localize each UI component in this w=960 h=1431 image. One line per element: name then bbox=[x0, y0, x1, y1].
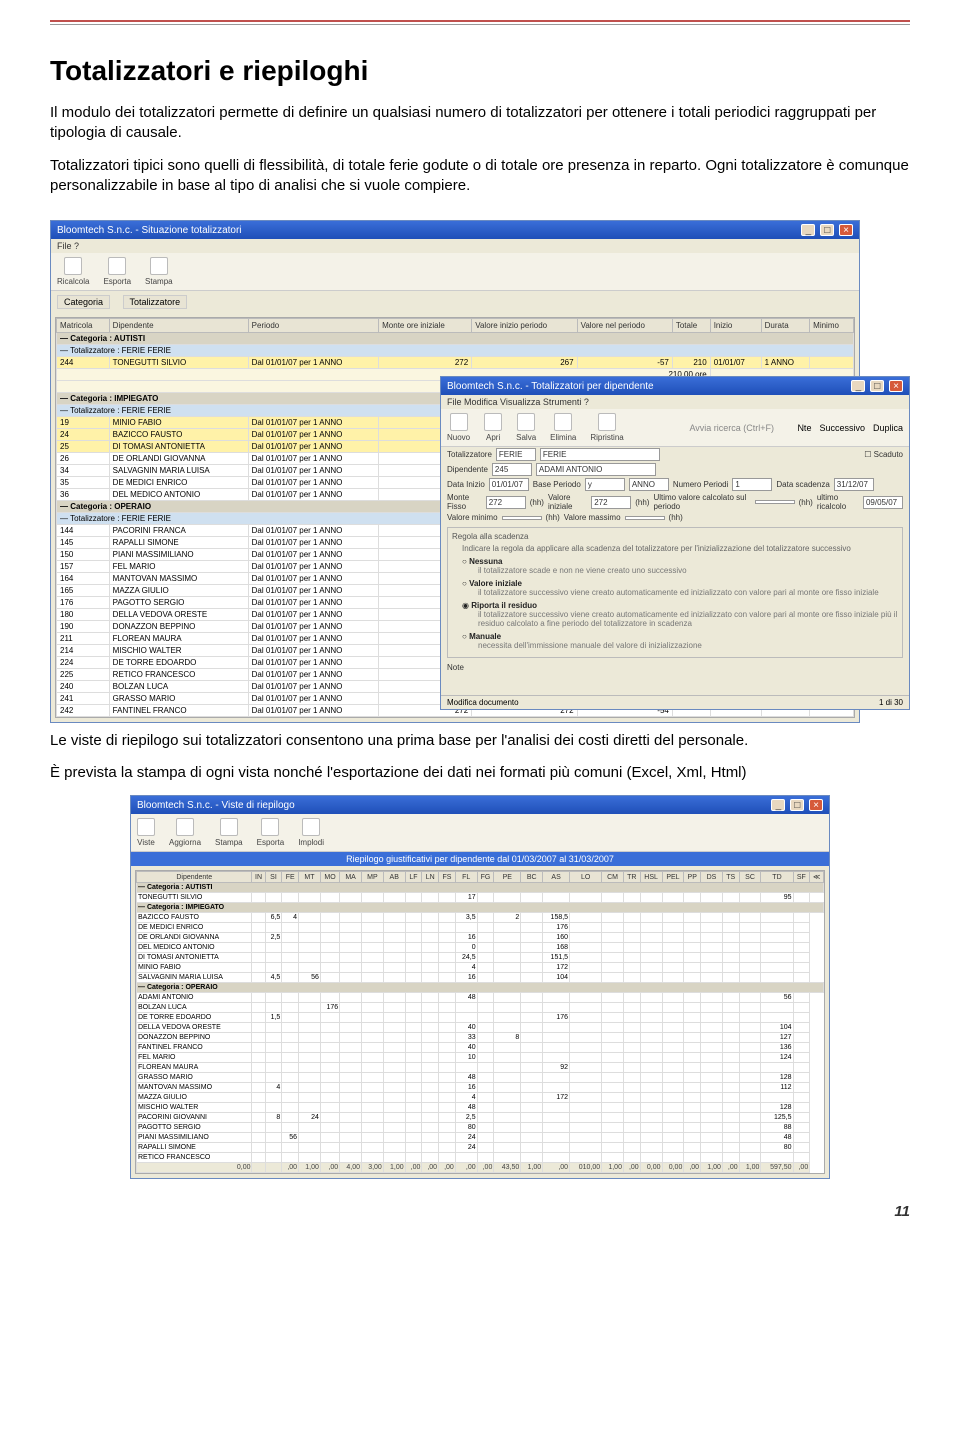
valore-iniziale-field[interactable]: 272 bbox=[591, 496, 631, 509]
base-periodo-u[interactable]: ANNO bbox=[629, 478, 669, 491]
duplica-button[interactable]: Duplica bbox=[873, 423, 903, 433]
filter-categoria[interactable]: Categoria bbox=[57, 295, 110, 309]
intro-p2: Totalizzatori tipici sono quelli di fles… bbox=[50, 156, 910, 197]
aggiorna-button[interactable]: Aggiorna bbox=[169, 818, 201, 847]
elimina-button[interactable]: Elimina bbox=[550, 413, 576, 442]
dipendente-label: Dipendente bbox=[447, 465, 488, 474]
data-inizio-field[interactable]: 01/01/07 bbox=[489, 478, 529, 491]
window-title: Bloomtech S.n.c. - Situazione totalizzat… bbox=[57, 225, 242, 236]
regola-legend: Regola alla scadenza bbox=[452, 532, 898, 541]
dipendente-code[interactable]: 245 bbox=[492, 463, 532, 476]
maximize-icon[interactable]: □ bbox=[820, 224, 834, 236]
page-number: 11 bbox=[50, 1203, 910, 1220]
page-title: Totalizzatori e riepiloghi bbox=[50, 55, 910, 87]
data-inizio-label: Data Inizio bbox=[447, 480, 485, 489]
base-periodo-v[interactable]: y bbox=[585, 478, 625, 491]
valore-max-field[interactable] bbox=[625, 516, 665, 520]
successivo-button[interactable]: Successivo bbox=[819, 423, 865, 433]
valore-min-field[interactable] bbox=[502, 516, 542, 520]
grid-riepilogo[interactable]: DipendenteINSIFEMTMOMAMPABLFLNFSFLFGPEBC… bbox=[135, 870, 825, 1174]
regola-group: Regola alla scadenza Indicare la regola … bbox=[447, 527, 903, 658]
valore-iniziale-label: Valore iniziale bbox=[548, 493, 587, 511]
toolbar: Viste Aggiorna Stampa Esporta Implodi bbox=[131, 814, 829, 852]
close-icon[interactable]: × bbox=[809, 799, 823, 811]
data-scadenza-field[interactable]: 31/12/07 bbox=[834, 478, 874, 491]
toolbar: Nuovo Apri Salva Elimina Ripristina Avvia ric… bbox=[441, 409, 909, 447]
esporta-button[interactable]: Esporta bbox=[257, 818, 285, 847]
window-title: Bloomtech S.n.c. - Viste di riepilogo bbox=[137, 800, 295, 811]
monte-fisso-label: Monte Fisso bbox=[447, 493, 482, 511]
apri-button[interactable]: Apri bbox=[484, 413, 502, 442]
menubar[interactable]: File ? bbox=[51, 239, 859, 253]
ultimo-ricalc-label: ultimo ricalcolo bbox=[817, 493, 859, 511]
valore-min-label: Valore minimo bbox=[447, 513, 498, 522]
stampa-button[interactable]: Stampa bbox=[215, 818, 243, 847]
mid-p3: È prevista la stampa di ogni vista nonch… bbox=[50, 763, 910, 783]
viste-button[interactable]: Viste bbox=[137, 818, 155, 847]
note-label: Note bbox=[447, 663, 464, 672]
totalizzatore-code[interactable]: FERIE bbox=[496, 448, 536, 461]
window-title: Bloomtech S.n.c. - Totalizzatori per dip… bbox=[447, 381, 654, 392]
radio-nessuna[interactable]: ○ Nessunail totalizzatore scade e non ne… bbox=[452, 556, 898, 578]
screenshot-group-1: Bloomtech S.n.c. - Situazione totalizzat… bbox=[50, 208, 910, 678]
monte-fisso-field[interactable]: 272 bbox=[486, 496, 526, 509]
stampa-button[interactable]: Stampa bbox=[145, 257, 173, 286]
ultimo-calc-field bbox=[755, 500, 795, 504]
radio-valore iniziale[interactable]: ○ Valore inizialeil totalizzatore succes… bbox=[452, 578, 898, 600]
totalizzatore-label: Totalizzatore bbox=[447, 450, 492, 459]
filter-totalizzatore[interactable]: Totalizzatore bbox=[123, 295, 188, 309]
numero-periodi-field[interactable]: 1 bbox=[732, 478, 772, 491]
menubar[interactable]: File Modifica Visualizza Strumenti ? bbox=[441, 395, 909, 409]
salva-button[interactable]: Salva bbox=[516, 413, 536, 442]
close-icon[interactable]: × bbox=[889, 380, 903, 392]
regola-note: Indicare la regola da applicare alla sca… bbox=[452, 543, 898, 556]
titlebar: Bloomtech S.n.c. - Situazione totalizzat… bbox=[51, 221, 859, 239]
numero-periodi-label: Numero Periodi bbox=[673, 480, 729, 489]
nuovo-button[interactable]: Nuovo bbox=[447, 413, 470, 442]
intro-p1: Il modulo dei totalizzatori permette di … bbox=[50, 103, 910, 144]
nte-button[interactable]: Nte bbox=[797, 423, 811, 433]
window-tot-dipendente: Bloomtech S.n.c. - Totalizzatori per dip… bbox=[440, 376, 910, 710]
maximize-icon[interactable]: □ bbox=[870, 380, 884, 392]
radio-manuale[interactable]: ○ Manualenecessita dell'immissione manua… bbox=[452, 631, 898, 653]
status-right: 1 di 30 bbox=[879, 698, 903, 707]
implodi-button[interactable]: Implodi bbox=[298, 818, 324, 847]
totalizzatore-desc[interactable]: FERIE bbox=[540, 448, 660, 461]
filter-row: Categoria Totalizzatore bbox=[51, 291, 859, 313]
scaduto-checkbox[interactable]: ☐ Scaduto bbox=[864, 450, 903, 459]
toolbar: Ricalcola Esporta Stampa bbox=[51, 253, 859, 291]
note-field[interactable] bbox=[447, 673, 903, 691]
minimize-icon[interactable]: _ bbox=[801, 224, 815, 236]
ultimo-calc-label: Ultimo valore calcolato sul periodo bbox=[653, 493, 750, 511]
dipendente-desc[interactable]: ADAMI ANTONIO bbox=[536, 463, 656, 476]
ripristina-button[interactable]: Ripristina bbox=[590, 413, 623, 442]
window-riepilogo: Bloomtech S.n.c. - Viste di riepilogo _ … bbox=[130, 795, 830, 1179]
ricalcola-button[interactable]: Ricalcola bbox=[57, 257, 89, 286]
base-periodo-label: Base Periodo bbox=[533, 480, 581, 489]
ultimo-ricalc-field: 09/05/07 bbox=[863, 496, 903, 509]
esporta-button[interactable]: Esporta bbox=[103, 257, 131, 286]
mid-p2: Le viste di riepilogo sui totalizzatori … bbox=[50, 731, 910, 751]
riepilogo-title: Riepilogo giustificativi per dipendente … bbox=[131, 852, 829, 866]
search-input[interactable]: Avvia ricerca (Ctrl+F) bbox=[689, 423, 789, 433]
valore-max-label: Valore massimo bbox=[564, 513, 621, 522]
maximize-icon[interactable]: □ bbox=[790, 799, 804, 811]
status-left: Modifica documento bbox=[447, 698, 519, 707]
minimize-icon[interactable]: _ bbox=[851, 380, 865, 392]
minimize-icon[interactable]: _ bbox=[771, 799, 785, 811]
radio-riporta il residuo[interactable]: ◉ Riporta il residuoil totalizzatore suc… bbox=[452, 600, 898, 631]
close-icon[interactable]: × bbox=[839, 224, 853, 236]
data-scadenza-label: Data scadenza bbox=[776, 480, 829, 489]
window-controls: _ □ × bbox=[799, 224, 853, 236]
